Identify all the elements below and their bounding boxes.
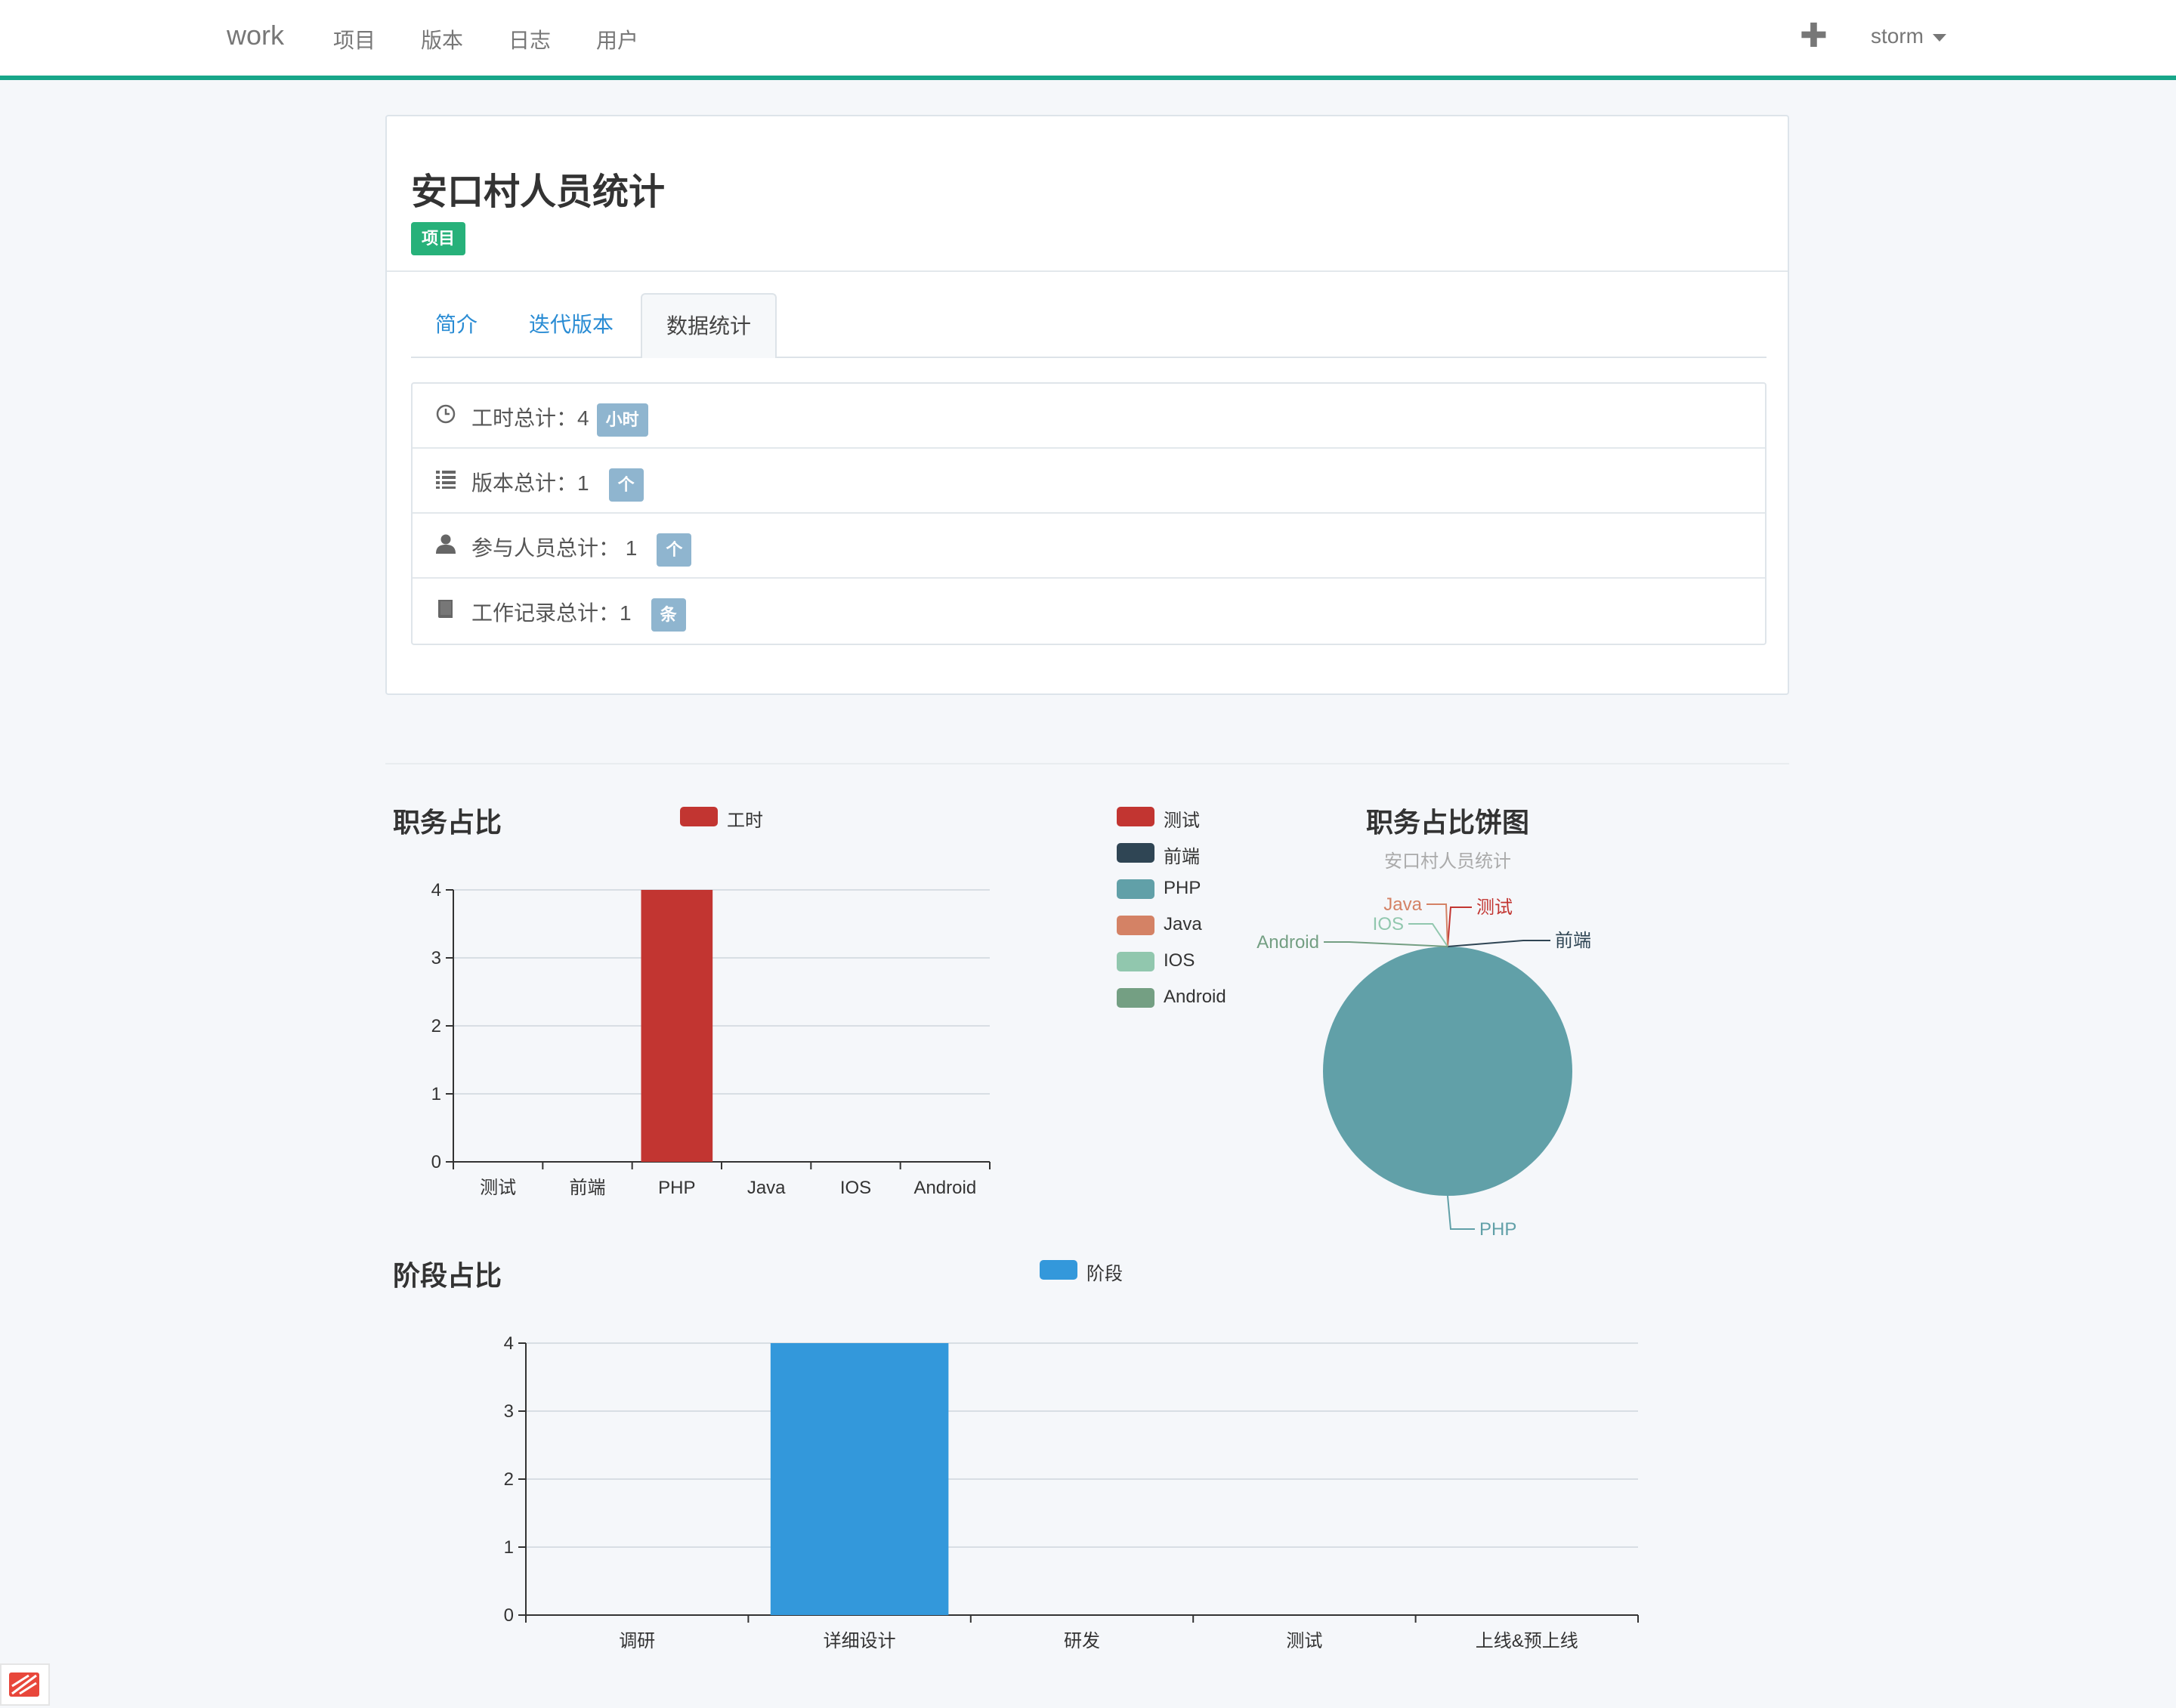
x-tick-label: 详细设计 <box>824 1631 896 1651</box>
list-item: 工作记录总计：1 条 <box>413 579 1765 644</box>
project-panel: 安口村人员统计 项目 简介 迭代版本 数据统计 工时总计：4 小时 版本总计：1 个 <box>385 115 1789 695</box>
role-pie-chart: 测试前端 PHP JavaIOS Android <box>1256 894 1591 1240</box>
x-tick-label: 测试 <box>480 1178 516 1198</box>
x-tick-label: Android <box>913 1178 976 1198</box>
pie-label: 测试 <box>1476 897 1513 918</box>
user-name: storm <box>1871 24 1924 48</box>
x-tick-label: Java <box>747 1178 786 1198</box>
pie-legend-swatch[interactable] <box>1117 952 1154 971</box>
x-tick-label: 研发 <box>1064 1631 1100 1651</box>
role-pie-subtitle: 安口村人员统计 <box>1384 851 1511 872</box>
app-logo-icon[interactable] <box>0 1663 50 1706</box>
stage-bar-chart: 0 1 2 3 4 调研 详细设计 研发 测试 上线&预上线 <box>504 1333 1639 1651</box>
pie-label: Java <box>1383 894 1422 915</box>
pie-legend-label[interactable]: PHP <box>1164 878 1201 899</box>
project-badge: 项目 <box>411 222 466 255</box>
caret-down-icon <box>1933 33 1946 42</box>
pie-legend-swatch[interactable] <box>1117 843 1154 863</box>
y-tick-label: 0 <box>504 1605 514 1626</box>
pie-label: Android <box>1256 932 1319 953</box>
bar[interactable] <box>770 1343 949 1615</box>
nav-item-users[interactable]: 用户 <box>596 24 638 54</box>
y-tick-label: 3 <box>504 1401 514 1422</box>
clock-icon <box>436 404 456 424</box>
stats-list: 工时总计：4 小时 版本总计：1 个 参与人员总计： 1 个 工作记录总计：1 条 <box>411 382 1766 645</box>
pie-legend-label[interactable]: 测试 <box>1164 805 1200 832</box>
pie-legend-label[interactable]: IOS <box>1164 950 1195 971</box>
list-item: 版本总计：1 个 <box>413 449 1765 514</box>
stage-chart-title: 阶段占比 <box>393 1260 502 1291</box>
legend-label-hours[interactable]: 工时 <box>727 805 763 832</box>
pie-legend-swatch[interactable] <box>1117 879 1154 899</box>
y-tick-label: 4 <box>431 880 441 900</box>
legend-label-stage[interactable]: 阶段 <box>1086 1259 1123 1285</box>
x-tick-label: PHP <box>658 1178 695 1198</box>
x-tick-label: 上线&预上线 <box>1476 1631 1578 1651</box>
pie-legend-swatch[interactable] <box>1117 807 1154 826</box>
pie-label-line <box>1447 940 1550 947</box>
y-tick-label: 4 <box>504 1333 514 1354</box>
pie-label-line <box>1324 941 1448 947</box>
pie-legend-label[interactable]: 前端 <box>1164 842 1200 868</box>
legend-swatch-hours[interactable] <box>680 807 718 826</box>
x-tick-label: 测试 <box>1286 1631 1322 1651</box>
pie-label-line <box>1447 1195 1475 1230</box>
y-tick-label: 2 <box>431 1016 441 1036</box>
tab-iterations[interactable]: 迭代版本 <box>505 293 638 357</box>
nav-item-logs[interactable]: 日志 <box>508 24 551 54</box>
unit-badge: 个 <box>657 533 692 567</box>
nav-item-versions[interactable]: 版本 <box>421 24 463 54</box>
pie-label: PHP <box>1479 1219 1516 1240</box>
user-menu[interactable]: storm <box>1871 24 1946 48</box>
stat-text: 版本总计：1 <box>471 471 589 495</box>
pie-label: 前端 <box>1555 931 1591 951</box>
user-icon <box>436 534 456 554</box>
legend-swatch-stage[interactable] <box>1040 1260 1077 1280</box>
list-item: 工时总计：4 小时 <box>413 384 1765 449</box>
tab-bar: 简介 迭代版本 数据统计 <box>411 293 1766 358</box>
y-tick-label: 1 <box>504 1537 514 1558</box>
list-icon <box>436 471 456 489</box>
role-pie-title: 职务占比饼图 <box>1366 807 1530 838</box>
pie-legend-swatch[interactable] <box>1117 988 1154 1008</box>
pie-legend-label[interactable]: Android <box>1164 987 1226 1008</box>
bar[interactable] <box>641 890 713 1162</box>
pie-label-line <box>1426 903 1448 947</box>
plus-icon[interactable]: ✚ <box>1800 17 1828 55</box>
pie-legend-label[interactable]: Java <box>1164 914 1202 935</box>
stat-text: 工作记录总计：1 <box>471 601 632 625</box>
x-tick-label: IOS <box>840 1178 871 1198</box>
pie-label-line <box>1408 923 1448 947</box>
panel-header: 安口村人员统计 项目 <box>387 116 1788 272</box>
tab-statistics[interactable]: 数据统计 <box>641 293 777 358</box>
book-icon <box>438 600 453 618</box>
list-item: 参与人员总计： 1 个 <box>413 514 1765 579</box>
unit-badge: 小时 <box>596 403 648 437</box>
pie-slice[interactable] <box>1323 947 1572 1196</box>
role-bar-chart: 0 1 2 3 4 测试 前端 PHP Java IOS Android <box>431 880 991 1198</box>
pie-label: IOS <box>1373 914 1404 934</box>
unit-badge: 条 <box>651 598 686 632</box>
pie-legend-swatch[interactable] <box>1117 916 1154 935</box>
page-title: 安口村人员统计 <box>411 172 666 212</box>
y-tick-label: 2 <box>504 1469 514 1490</box>
unit-badge: 个 <box>608 468 644 502</box>
pie-label-line <box>1447 907 1472 947</box>
y-tick-label: 1 <box>431 1084 441 1104</box>
stat-text: 工时总计：4 <box>471 406 589 430</box>
top-navbar: work 项目 版本 日志 用户 ✚ storm <box>0 0 2176 80</box>
tab-intro[interactable]: 简介 <box>411 293 502 357</box>
stat-text: 参与人员总计： 1 <box>471 536 638 560</box>
brand-link[interactable]: work <box>227 20 284 51</box>
section-divider <box>385 763 1789 764</box>
x-tick-label: 调研 <box>619 1631 655 1651</box>
role-chart-title: 职务占比 <box>393 807 502 838</box>
nav-item-projects[interactable]: 项目 <box>333 24 376 54</box>
y-tick-label: 0 <box>431 1152 441 1172</box>
y-tick-label: 3 <box>431 948 441 968</box>
x-tick-label: 前端 <box>570 1178 606 1198</box>
